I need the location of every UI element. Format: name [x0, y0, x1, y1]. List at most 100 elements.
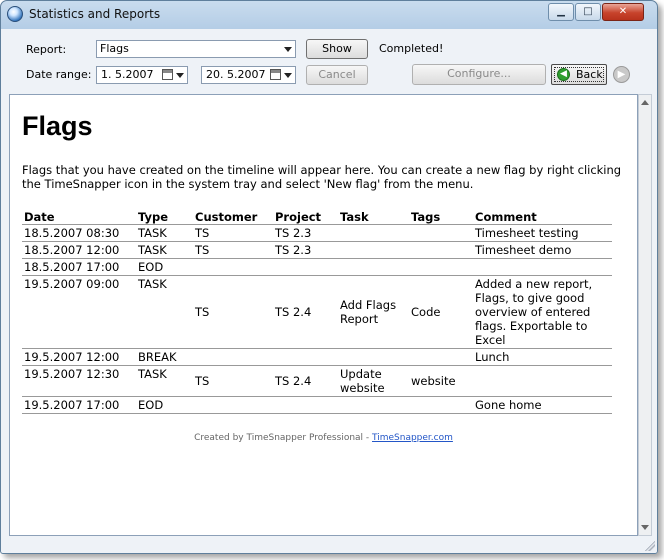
timesnapper-app-icon [7, 6, 23, 22]
cell-task [338, 396, 409, 414]
cell-tags [409, 396, 473, 414]
cell-project: TS 2.4 [273, 275, 338, 349]
cell-date: 18.5.2007 12:00 [22, 241, 136, 259]
table-row: 18.5.2007 17:00 EOD [22, 258, 612, 276]
date-to-picker[interactable]: 20. 5.2007 [201, 66, 296, 84]
calendar-icon [162, 69, 173, 80]
cell-task: Add Flags Report [338, 275, 409, 349]
cell-customer [193, 396, 273, 414]
cell-tags [409, 348, 473, 366]
cell-type: BREAK [136, 348, 193, 366]
back-button-label: Back [576, 68, 603, 81]
timesnapper-link[interactable]: TimeSnapper.com [372, 433, 453, 443]
report-select-value: Flags [100, 42, 129, 55]
report-intro: Flags that you have created on the timel… [22, 163, 622, 191]
cell-customer: TS [193, 241, 273, 259]
cell-comment: Timesheet testing [473, 224, 612, 242]
report-select[interactable]: Flags [96, 40, 296, 58]
cell-date: 19.5.2007 17:00 [22, 396, 136, 414]
cell-type: TASK [136, 275, 193, 349]
cell-tags [409, 224, 473, 242]
table-row: 19.5.2007 17:00 EOD Gone home [22, 396, 612, 414]
cell-task [338, 258, 409, 276]
cell-date: 19.5.2007 12:30 [22, 365, 136, 397]
cell-date: 18.5.2007 08:30 [22, 224, 136, 242]
table-row: 18.5.2007 12:00 TASK TS TS 2.3 Timesheet… [22, 241, 612, 259]
show-button[interactable]: Show [306, 39, 368, 59]
cell-comment [473, 365, 612, 397]
table-row: 19.5.2007 12:30 TASK TS TS 2.4 Update we… [22, 365, 612, 397]
cell-task [338, 348, 409, 366]
minimize-button[interactable]: ▁ [548, 3, 574, 21]
date-range-label: Date range: [26, 68, 92, 81]
cell-date: 18.5.2007 17:00 [22, 258, 136, 276]
cell-tags: website [409, 365, 473, 397]
cell-project [273, 396, 338, 414]
cell-type: TASK [136, 365, 193, 397]
report-toolbar: Report: Flags Show Completed! Date range… [9, 29, 649, 93]
footer-text: Created by TimeSnapper Professional - [194, 433, 373, 443]
column-header-tags: Tags [409, 209, 473, 225]
window-title: Statistics and Reports [29, 7, 161, 21]
cell-project [273, 258, 338, 276]
column-header-task: Task [338, 209, 409, 225]
report-footer: Created by TimeSnapper Professional - Ti… [10, 433, 637, 443]
cell-task: Update website [338, 365, 409, 397]
cell-date: 19.5.2007 09:00 [22, 275, 136, 349]
report-heading: Flags [22, 111, 93, 141]
cell-task [338, 241, 409, 259]
column-header-date: Date [22, 209, 136, 225]
cell-task [338, 224, 409, 242]
cell-type: TASK [136, 241, 193, 259]
table-row: 19.5.2007 12:00 BREAK Lunch [22, 348, 612, 366]
cell-comment: Added a new report, Flags, to give good … [473, 275, 612, 349]
cancel-button[interactable]: Cancel [306, 65, 368, 85]
flags-table: Date Type Customer Project Task Tags Com… [22, 209, 612, 414]
cell-tags: Code [409, 275, 473, 349]
calendar-icon [270, 69, 281, 80]
cell-customer [193, 258, 273, 276]
cell-customer: TS [193, 365, 273, 397]
cell-comment: Gone home [473, 396, 612, 414]
statistics-window: Statistics and Reports ▁ □ ✕ Report: Fla… [0, 0, 658, 554]
cell-tags [409, 241, 473, 259]
status-text: Completed! [379, 42, 444, 55]
chevron-down-icon [284, 73, 292, 78]
column-header-comment: Comment [473, 209, 612, 225]
back-arrow-icon: ◀ [557, 68, 570, 81]
table-row: 18.5.2007 08:30 TASK TS TS 2.3 Timesheet… [22, 224, 612, 242]
cell-customer: TS [193, 224, 273, 242]
scroll-down-arrow-icon[interactable] [641, 525, 649, 530]
cell-project: TS 2.4 [273, 365, 338, 397]
date-to-value: 20. 5.2007 [206, 68, 266, 81]
cell-customer [193, 348, 273, 366]
scroll-up-arrow-icon[interactable] [641, 100, 649, 105]
maximize-button[interactable]: □ [575, 3, 601, 21]
back-button[interactable]: ◀ Back [551, 64, 607, 85]
cell-customer: TS [193, 275, 273, 349]
configure-button[interactable]: Configure... [412, 64, 546, 85]
cell-type: TASK [136, 224, 193, 242]
report-view: Flags Flags that you have created on the… [9, 94, 638, 536]
cell-project: TS 2.3 [273, 224, 338, 242]
cell-project: TS 2.3 [273, 241, 338, 259]
vertical-scrollbar[interactable] [638, 94, 652, 536]
chevron-down-icon [284, 47, 292, 52]
column-header-project: Project [273, 209, 338, 225]
resize-grip-icon[interactable] [645, 541, 655, 551]
chevron-down-icon [176, 73, 184, 78]
cell-project [273, 348, 338, 366]
report-label: Report: [26, 43, 67, 56]
cell-date: 19.5.2007 12:00 [22, 348, 136, 366]
table-header-row: Date Type Customer Project Task Tags Com… [22, 209, 612, 225]
forward-arrow-icon[interactable]: ▶ [613, 66, 630, 83]
column-header-customer: Customer [193, 209, 273, 225]
cell-type: EOD [136, 396, 193, 414]
date-from-value: 1. 5.2007 [101, 68, 154, 81]
column-header-type: Type [136, 209, 193, 225]
cell-type: EOD [136, 258, 193, 276]
cell-comment: Lunch [473, 348, 612, 366]
table-row: 19.5.2007 09:00 TASK TS TS 2.4 Add Flags… [22, 275, 612, 349]
close-button[interactable]: ✕ [602, 3, 644, 21]
date-from-picker[interactable]: 1. 5.2007 [96, 66, 188, 84]
